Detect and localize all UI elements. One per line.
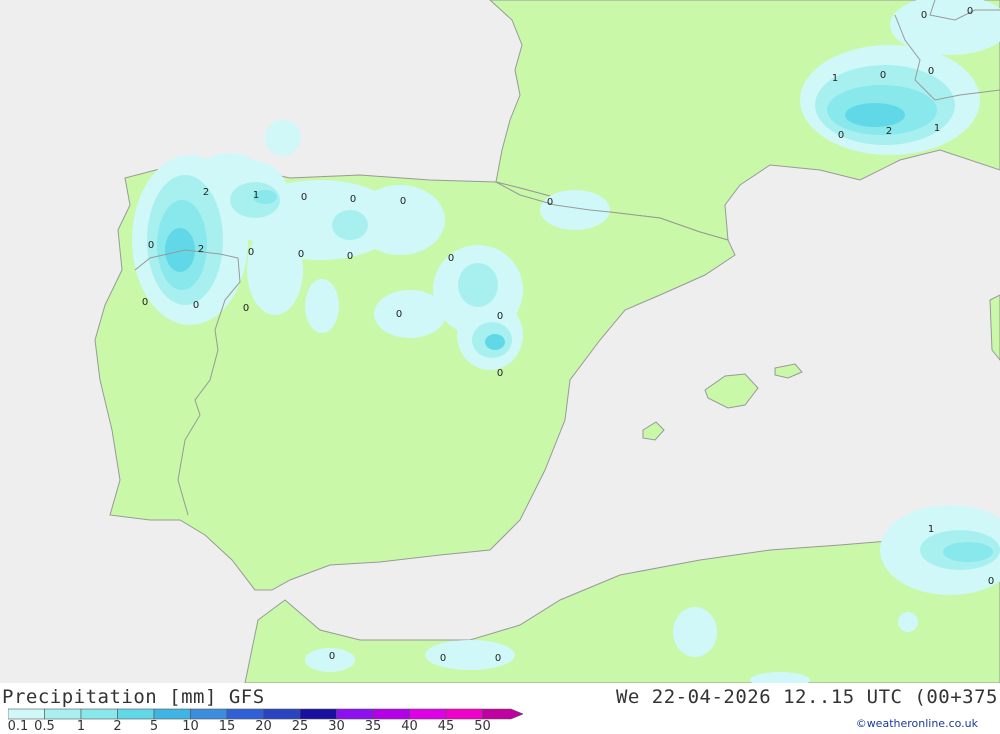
legend-level-label: 35 xyxy=(364,719,382,734)
map-label: 1 xyxy=(934,123,940,134)
map-label: 0 xyxy=(880,70,886,81)
legend-level-label: 40 xyxy=(401,719,418,734)
map-label: 2 xyxy=(886,126,892,137)
legend-swatch xyxy=(409,708,447,720)
map-label: 0 xyxy=(148,240,154,251)
legend-level-label: 30 xyxy=(328,719,345,734)
valid-time: We 22-04-2026 12..15 UTC (00+375 xyxy=(615,686,998,708)
map-label: 0 xyxy=(347,251,353,262)
legend-swatch xyxy=(153,708,191,720)
legend-swatch xyxy=(117,708,155,720)
map-label: 0 xyxy=(400,196,406,207)
map-label: 0 xyxy=(243,303,249,314)
map-label: 0 xyxy=(928,66,934,77)
legend-level-label: 20 xyxy=(255,719,272,734)
legend-swatch xyxy=(482,708,523,720)
legend-swatch xyxy=(226,708,264,720)
map-label: 0 xyxy=(350,194,356,205)
legend-level-label: 50 xyxy=(474,719,491,734)
map-canvas: 2 1 0 0 0 0 2 0 0 0 0 0 0 0 0 0 0 0 0 0 … xyxy=(0,0,1000,688)
legend-swatch xyxy=(44,708,82,720)
legend-level-label: 25 xyxy=(291,719,309,734)
legend-level-label: 2 xyxy=(113,719,122,734)
legend-level-label: 45 xyxy=(437,719,455,734)
map-label: 0 xyxy=(495,653,501,664)
legend-level-label: 10 xyxy=(182,719,199,734)
map-label: 0 xyxy=(248,247,254,258)
legend-swatch xyxy=(8,708,45,720)
map-label: 0 xyxy=(142,297,148,308)
map-label: 0 xyxy=(988,576,994,587)
legend-level-label: 0.5 xyxy=(34,719,55,734)
map-label: 0 xyxy=(921,10,927,21)
map-label: 1 xyxy=(253,190,259,201)
map-label: 0 xyxy=(396,309,402,320)
map-label: 0 xyxy=(967,6,973,17)
legend-level-label: 5 xyxy=(149,719,159,734)
map-label: 0 xyxy=(298,249,304,260)
legend-level-label: 15 xyxy=(218,719,236,734)
map-label: 0 xyxy=(547,197,553,208)
legend-swatch xyxy=(190,708,228,720)
legend-labels: 0.1 0.5 1 2 5 10 15 20 25 30 35 40 45 50 xyxy=(0,719,540,734)
legend-swatch xyxy=(445,708,483,720)
map-label: 0 xyxy=(193,300,199,311)
legend-swatch xyxy=(80,708,118,720)
map-label: 1 xyxy=(832,73,838,84)
credit-link[interactable]: ©weatheronline.co.uk xyxy=(856,717,978,730)
map-label: 1 xyxy=(928,524,934,535)
footer: Precipitation [mm] GFS We 22-04-2026 12.… xyxy=(0,683,1000,734)
precipitation-map: 2 1 0 0 0 0 2 0 0 0 0 0 0 0 0 0 0 0 0 0 … xyxy=(0,0,1000,688)
map-label: 0 xyxy=(838,130,844,141)
map-label: 2 xyxy=(198,244,204,255)
map-label: 0 xyxy=(497,311,503,322)
legend-swatch xyxy=(299,708,337,720)
legend-swatch xyxy=(336,708,374,720)
map-label: 2 xyxy=(203,187,209,198)
legend-level-label: 0.1 xyxy=(7,719,29,734)
map-label: 0 xyxy=(440,653,446,664)
map-label: 0 xyxy=(329,651,335,662)
legend-swatch xyxy=(372,708,410,720)
chart-title: Precipitation [mm] GFS xyxy=(2,686,265,708)
map-label: 0 xyxy=(497,368,503,379)
map-label: 0 xyxy=(448,253,454,264)
map-label: 0 xyxy=(301,192,307,203)
legend-swatch xyxy=(263,708,301,720)
legend-level-label: 1 xyxy=(76,719,86,734)
